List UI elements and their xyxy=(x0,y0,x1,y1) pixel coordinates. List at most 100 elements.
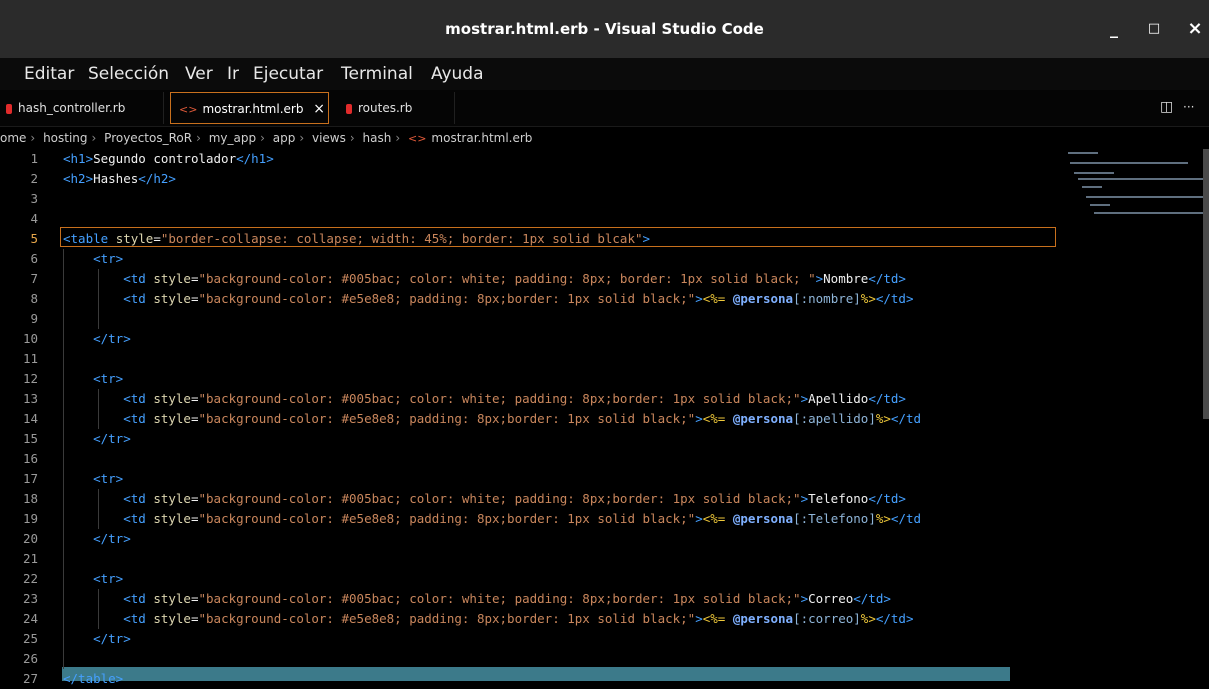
tab-mostrar-html-erb[interactable]: <> mostrar.html.erb × xyxy=(170,92,329,124)
code-line[interactable]: 27 </table> xyxy=(0,669,1060,689)
code-line[interactable]: 2 <h2>Hashes</h2> xyxy=(0,169,1060,189)
line-number: 12 xyxy=(22,371,38,386)
breadcrumb-item-proyectos[interactable]: Proyectos_RoR xyxy=(104,131,192,145)
code-line[interactable]: 20 </tr> xyxy=(0,529,1060,549)
tab-routes[interactable]: routes.rb xyxy=(330,92,455,124)
breadcrumb-item-views[interactable]: views xyxy=(312,131,346,145)
minimap[interactable] xyxy=(1062,140,1209,220)
code-line[interactable]: 8 <td style="background-color: #e5e8e8; … xyxy=(0,289,1060,309)
code-line[interactable]: 17 <tr> xyxy=(0,469,1060,489)
code-line[interactable]: 6 <tr> xyxy=(0,249,1060,269)
code-text: <td style="background-color: #005bac; co… xyxy=(123,271,906,286)
code-line[interactable]: 14 <td style="background-color: #e5e8e8;… xyxy=(0,409,1060,429)
line-number: 4 xyxy=(30,211,38,226)
code-line[interactable]: 24 <td style="background-color: #e5e8e8;… xyxy=(0,609,1060,629)
line-number: 8 xyxy=(30,291,38,306)
line-number: 17 xyxy=(22,471,38,486)
code-text: <td style="background-color: #005bac; co… xyxy=(123,391,906,406)
code-line[interactable]: 21 xyxy=(0,549,1060,569)
close-button[interactable]: × xyxy=(1180,0,1209,58)
line-number: 3 xyxy=(30,191,38,206)
menu-terminal[interactable]: Terminal xyxy=(341,58,413,90)
close-tab-icon[interactable]: × xyxy=(313,101,325,117)
code-text: <tr> xyxy=(93,251,124,266)
code-text: <td style="background-color: #e5e8e8; pa… xyxy=(123,291,914,306)
minimap-line xyxy=(1068,152,1098,154)
line-number: 21 xyxy=(22,551,38,566)
html-icon: <> xyxy=(179,103,198,116)
code-text: </table> xyxy=(63,671,124,686)
minimap-line xyxy=(1074,172,1114,174)
menu-ir[interactable]: Ir xyxy=(227,58,239,90)
vertical-scrollbar[interactable] xyxy=(1203,149,1209,419)
code-line[interactable]: 12 <tr> xyxy=(0,369,1060,389)
code-text: <td style="background-color: #e5e8e8; pa… xyxy=(123,611,914,626)
code-line[interactable]: 3 xyxy=(0,189,1060,209)
line-number: 16 xyxy=(22,451,38,466)
line-number: 24 xyxy=(22,611,38,626)
window-title: mostrar.html.erb - Visual Studio Code xyxy=(445,20,764,38)
tab-label: hash_controller.rb xyxy=(18,101,126,115)
maximize-button[interactable]: □ xyxy=(1139,0,1169,58)
line-number: 11 xyxy=(22,351,38,366)
menu-seleccion[interactable]: Selección xyxy=(88,58,169,90)
code-text: </tr> xyxy=(93,531,131,546)
menu-ayuda[interactable]: Ayuda xyxy=(431,58,484,90)
code-line[interactable]: 23 <td style="background-color: #005bac;… xyxy=(0,589,1060,609)
line-number: 13 xyxy=(22,391,38,406)
code-line[interactable]: 13 <td style="background-color: #005bac;… xyxy=(0,389,1060,409)
menu-ver[interactable]: Ver xyxy=(185,58,213,90)
code-line[interactable]: 15 </tr> xyxy=(0,429,1060,449)
ruby-icon xyxy=(346,103,352,114)
line-number: 6 xyxy=(30,251,38,266)
tab-label: routes.rb xyxy=(358,101,413,115)
code-editor[interactable]: 1 <h1>Segundo controlador</h1> 2 <h2>Hashes… xyxy=(0,149,1209,686)
code-text: <tr> xyxy=(93,571,124,586)
split-editor-icon[interactable]: ◫ xyxy=(1160,90,1173,124)
line-number: 2 xyxy=(30,171,38,186)
more-actions-icon[interactable]: ··· xyxy=(1183,90,1194,124)
breadcrumb-item-hash[interactable]: hash xyxy=(363,131,392,145)
menu-editar[interactable]: Editar xyxy=(24,58,74,90)
code-line[interactable]: 19 <td style="background-color: #e5e8e8;… xyxy=(0,509,1060,529)
code-line[interactable]: 16 xyxy=(0,449,1060,469)
code-line[interactable]: 4 xyxy=(0,209,1060,229)
minimap-line xyxy=(1070,162,1188,164)
code-line[interactable]: 22 <tr> xyxy=(0,569,1060,589)
breadcrumb-item-home[interactable]: ome xyxy=(0,131,26,145)
code-text: <tr> xyxy=(93,471,124,486)
tab-hash-controller[interactable]: hash_controller.rb xyxy=(0,92,164,124)
menu-ejecutar[interactable]: Ejecutar xyxy=(253,58,323,90)
breadcrumb-item-my-app[interactable]: my_app xyxy=(209,131,256,145)
breadcrumb-item-file[interactable]: mostrar.html.erb xyxy=(431,131,532,145)
code-text: </tr> xyxy=(93,431,131,446)
code-line[interactable]: 18 <td style="background-color: #005bac;… xyxy=(0,489,1060,509)
code-line[interactable]: 9 xyxy=(0,309,1060,329)
line-number: 7 xyxy=(30,271,38,286)
line-number: 1 xyxy=(30,151,38,166)
minimap-line xyxy=(1090,204,1110,206)
code-line[interactable]: 26 xyxy=(0,649,1060,669)
code-text: <tr> xyxy=(93,371,124,386)
code-text: </tr> xyxy=(93,331,131,346)
minimize-button[interactable]: _ xyxy=(1099,0,1129,58)
line-number: 27 xyxy=(22,671,38,686)
breadcrumb-item-hosting[interactable]: hosting xyxy=(43,131,87,145)
menu-bar: Editar Selección Ver Ir Ejecutar Termina… xyxy=(0,58,1209,90)
line-number: 20 xyxy=(22,531,38,546)
code-line[interactable]: 7 <td style="background-color: #005bac; … xyxy=(0,269,1060,289)
code-line[interactable]: 1 <h1>Segundo controlador</h1> xyxy=(0,149,1060,169)
ruby-icon xyxy=(6,103,12,114)
minimap-line xyxy=(1086,196,1209,198)
code-line[interactable]: 25 </tr> xyxy=(0,629,1060,649)
code-text: <h1>Segundo controlador</h1> xyxy=(63,151,274,166)
breadcrumb-item-app[interactable]: app xyxy=(273,131,296,145)
title-bar: mostrar.html.erb - Visual Studio Code _ … xyxy=(0,0,1209,58)
code-line[interactable]: 5 <table style="border-collapse: collapse… xyxy=(0,229,1060,249)
line-number: 22 xyxy=(22,571,38,586)
code-text: <td style="background-color: #e5e8e8; pa… xyxy=(123,511,922,526)
code-line[interactable]: 11 xyxy=(0,349,1060,369)
line-number: 15 xyxy=(22,431,38,446)
line-number: 23 xyxy=(22,591,38,606)
code-line[interactable]: 10 </tr> xyxy=(0,329,1060,349)
